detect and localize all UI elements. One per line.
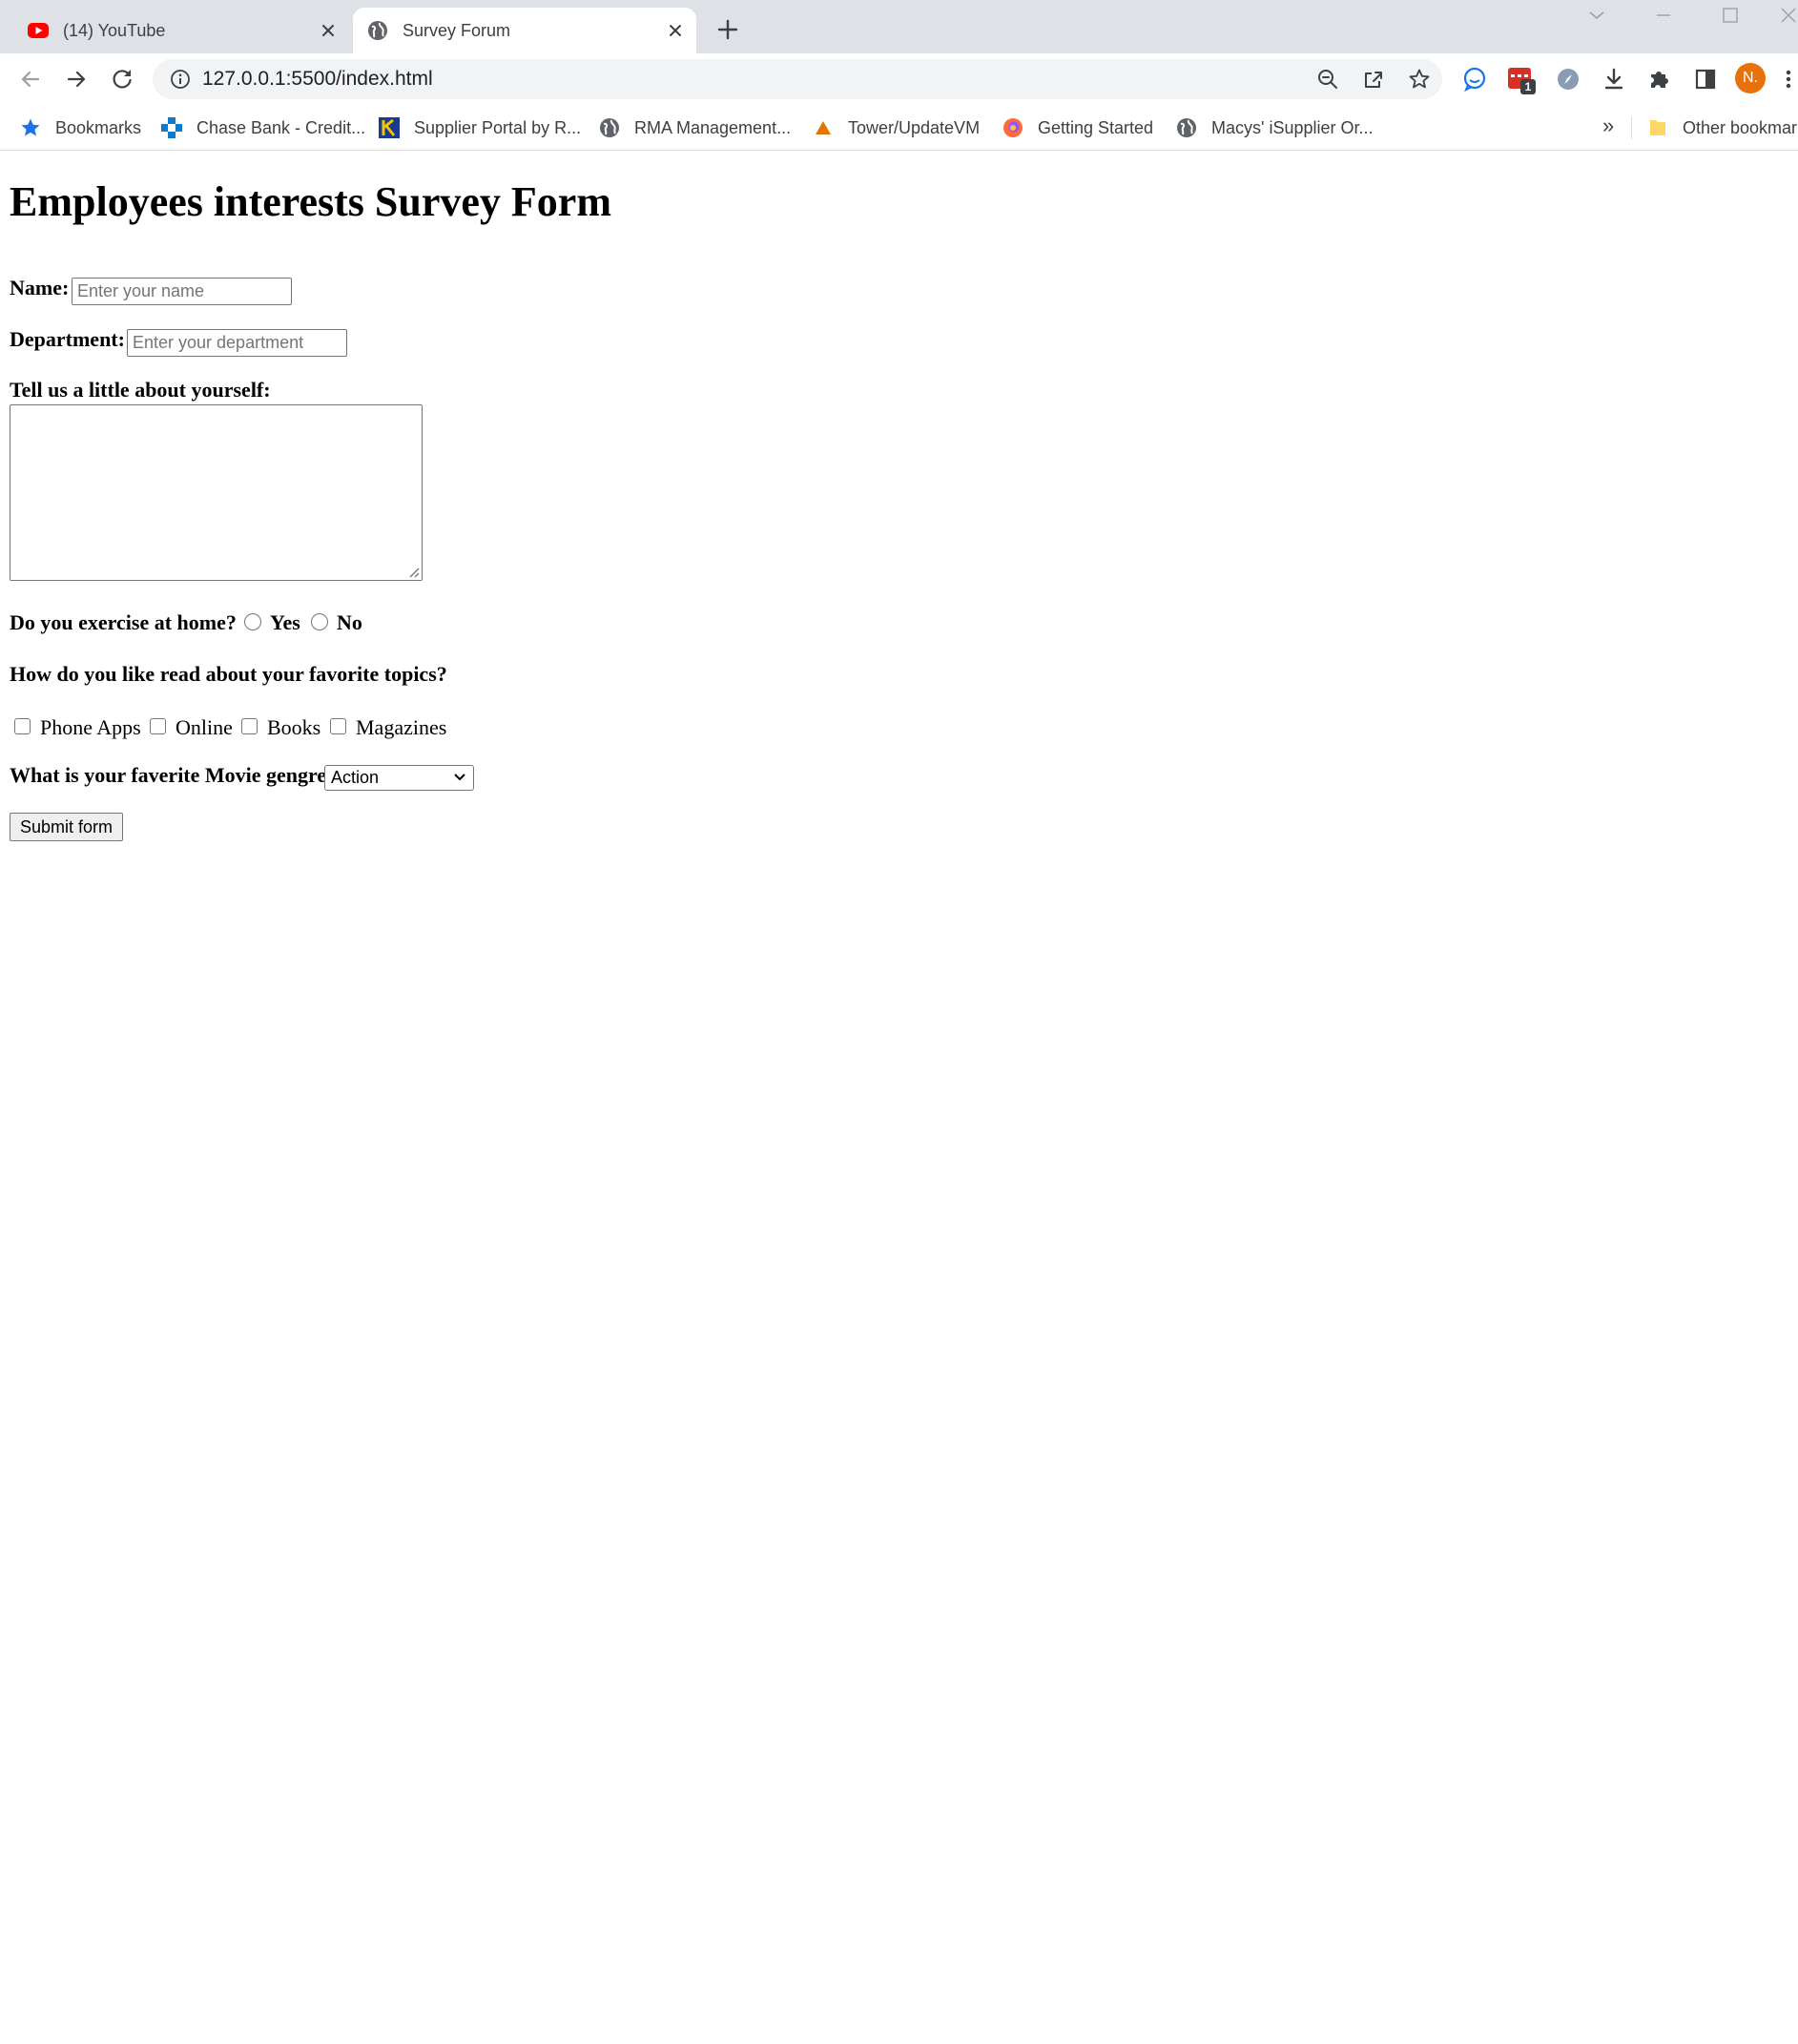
bookmark-label: Supplier Portal by R... (414, 118, 582, 137)
about-textarea[interactable] (10, 404, 423, 581)
bookmark-label: Bookmarks (55, 118, 142, 137)
youtube-icon (28, 23, 49, 38)
bookmark-item-chase[interactable]: Chase Bank - Credit... (160, 114, 365, 141)
chase-icon (161, 117, 182, 138)
bookmark-label: Getting Started (1038, 118, 1154, 137)
calendar-extension-button[interactable]: 1 (1507, 66, 1536, 94)
firefox-icon (1003, 118, 1023, 137)
bookmark-item-bookmarks[interactable]: Bookmarks (19, 114, 141, 141)
tab-title: (14) YouTube (63, 21, 166, 40)
side-panel-icon[interactable] (1692, 66, 1719, 93)
exercise-question: Do you exercise at home? (10, 610, 237, 634)
name-label: Name: (10, 276, 70, 299)
minimize-icon[interactable] (1650, 4, 1677, 27)
about-label: Tell us a little about yourself: (10, 378, 271, 402)
bookmark-label: Macys' iSupplier Or... (1211, 118, 1374, 137)
tab-youtube[interactable]: (14) YouTube (13, 8, 349, 53)
online-checkbox[interactable] (150, 718, 166, 734)
name-input[interactable]: Enter your name (72, 278, 292, 305)
compass-extension-icon[interactable] (1555, 66, 1581, 93)
magazines-label: Magazines (356, 715, 447, 739)
tab-search-chevron-icon[interactable] (1583, 4, 1610, 27)
close-tab-icon[interactable] (664, 19, 687, 42)
profile-avatar[interactable]: N. (1735, 63, 1766, 93)
new-tab-icon[interactable] (713, 15, 742, 44)
bookmark-label: Other bookmarks (1683, 118, 1798, 137)
chat-extension-icon[interactable] (1461, 66, 1488, 93)
bookmark-label: Tower/UpdateVM (848, 118, 981, 137)
genre-question: What is your faverite Movie gengre (10, 763, 327, 787)
bookmarks-divider (1631, 116, 1632, 139)
url-text[interactable]: 127.0.0.1:5500/index.html (202, 68, 433, 91)
address-bar[interactable]: 127.0.0.1:5500/index.html (153, 59, 1442, 99)
page-content: Employees interests Survey Form Name: En… (0, 152, 1798, 2044)
menu-kebab-icon[interactable] (1782, 66, 1795, 93)
tab-survey-forum[interactable]: Survey Forum (353, 8, 696, 53)
bookmark-item-tower[interactable]: Tower/UpdateVM (812, 114, 980, 141)
bookmarks-overflow-button[interactable]: » (1602, 114, 1614, 137)
department-input[interactable]: Enter your department (127, 329, 347, 357)
reload-icon[interactable] (107, 64, 137, 94)
tab-strip: (14) YouTube Survey Forum (0, 0, 1798, 53)
exercise-yes-radio[interactable] (244, 613, 261, 630)
browser-toolbar: 127.0.0.1:5500/index.html 1 N. (0, 53, 1798, 105)
bookmark-item-getting-started[interactable]: Getting Started (1002, 114, 1153, 141)
forward-icon[interactable] (61, 64, 92, 94)
submit-button[interactable]: Submit form (10, 813, 123, 841)
extension-badge: 1 (1520, 79, 1536, 94)
resize-grip-icon[interactable] (406, 565, 420, 578)
share-icon[interactable] (1362, 68, 1385, 91)
folder-icon (1650, 120, 1665, 135)
bookmark-label: RMA Management... (634, 118, 792, 137)
exercise-yes-label: Yes (270, 610, 300, 634)
genre-select[interactable]: Action (324, 765, 474, 791)
bookmark-item-supplier-portal[interactable]: Supplier Portal by R... (378, 114, 581, 141)
phone-apps-checkbox[interactable] (14, 718, 31, 734)
magazines-checkbox[interactable] (330, 718, 346, 734)
department-label: Department: (10, 327, 125, 351)
genre-selected-value: Action (331, 768, 380, 787)
tab-title: Survey Forum (403, 21, 511, 40)
page-title: Employees interests Survey Form (10, 178, 611, 225)
bookmark-star-icon[interactable] (1408, 68, 1431, 91)
exercise-no-radio[interactable] (311, 613, 328, 630)
bookmark-item-macys[interactable]: Macys' iSupplier Or... (1175, 114, 1374, 141)
chevron-down-icon (454, 774, 465, 781)
star-icon (21, 118, 40, 136)
globe-icon (368, 21, 387, 40)
extensions-puzzle-icon[interactable] (1646, 66, 1673, 93)
phone-apps-label: Phone Apps (40, 715, 141, 739)
bookmarks-bar: Bookmarks Chase Bank - Credit... Supplie… (0, 105, 1798, 151)
bookmark-item-other-bookmarks[interactable]: Other bookmarks (1646, 114, 1798, 141)
exercise-no-label: No (337, 610, 362, 634)
close-tab-icon[interactable] (317, 19, 340, 42)
globe-icon (600, 118, 619, 137)
site-info-icon[interactable] (170, 69, 191, 90)
books-checkbox[interactable] (241, 718, 258, 734)
back-icon[interactable] (15, 64, 46, 94)
globe-icon (1177, 118, 1196, 137)
triangle-icon (816, 121, 831, 134)
maximize-icon[interactable] (1717, 4, 1744, 27)
download-icon[interactable] (1601, 66, 1627, 93)
bookmark-label: Chase Bank - Credit... (196, 118, 366, 137)
books-label: Books (267, 715, 321, 739)
k-icon (379, 117, 400, 138)
zoom-icon[interactable] (1316, 68, 1339, 91)
online-label: Online (176, 715, 233, 739)
bookmark-item-rma[interactable]: RMA Management... (598, 114, 791, 141)
close-window-icon[interactable] (1778, 4, 1798, 27)
topics-question: How do you like read about your favorite… (10, 662, 447, 686)
